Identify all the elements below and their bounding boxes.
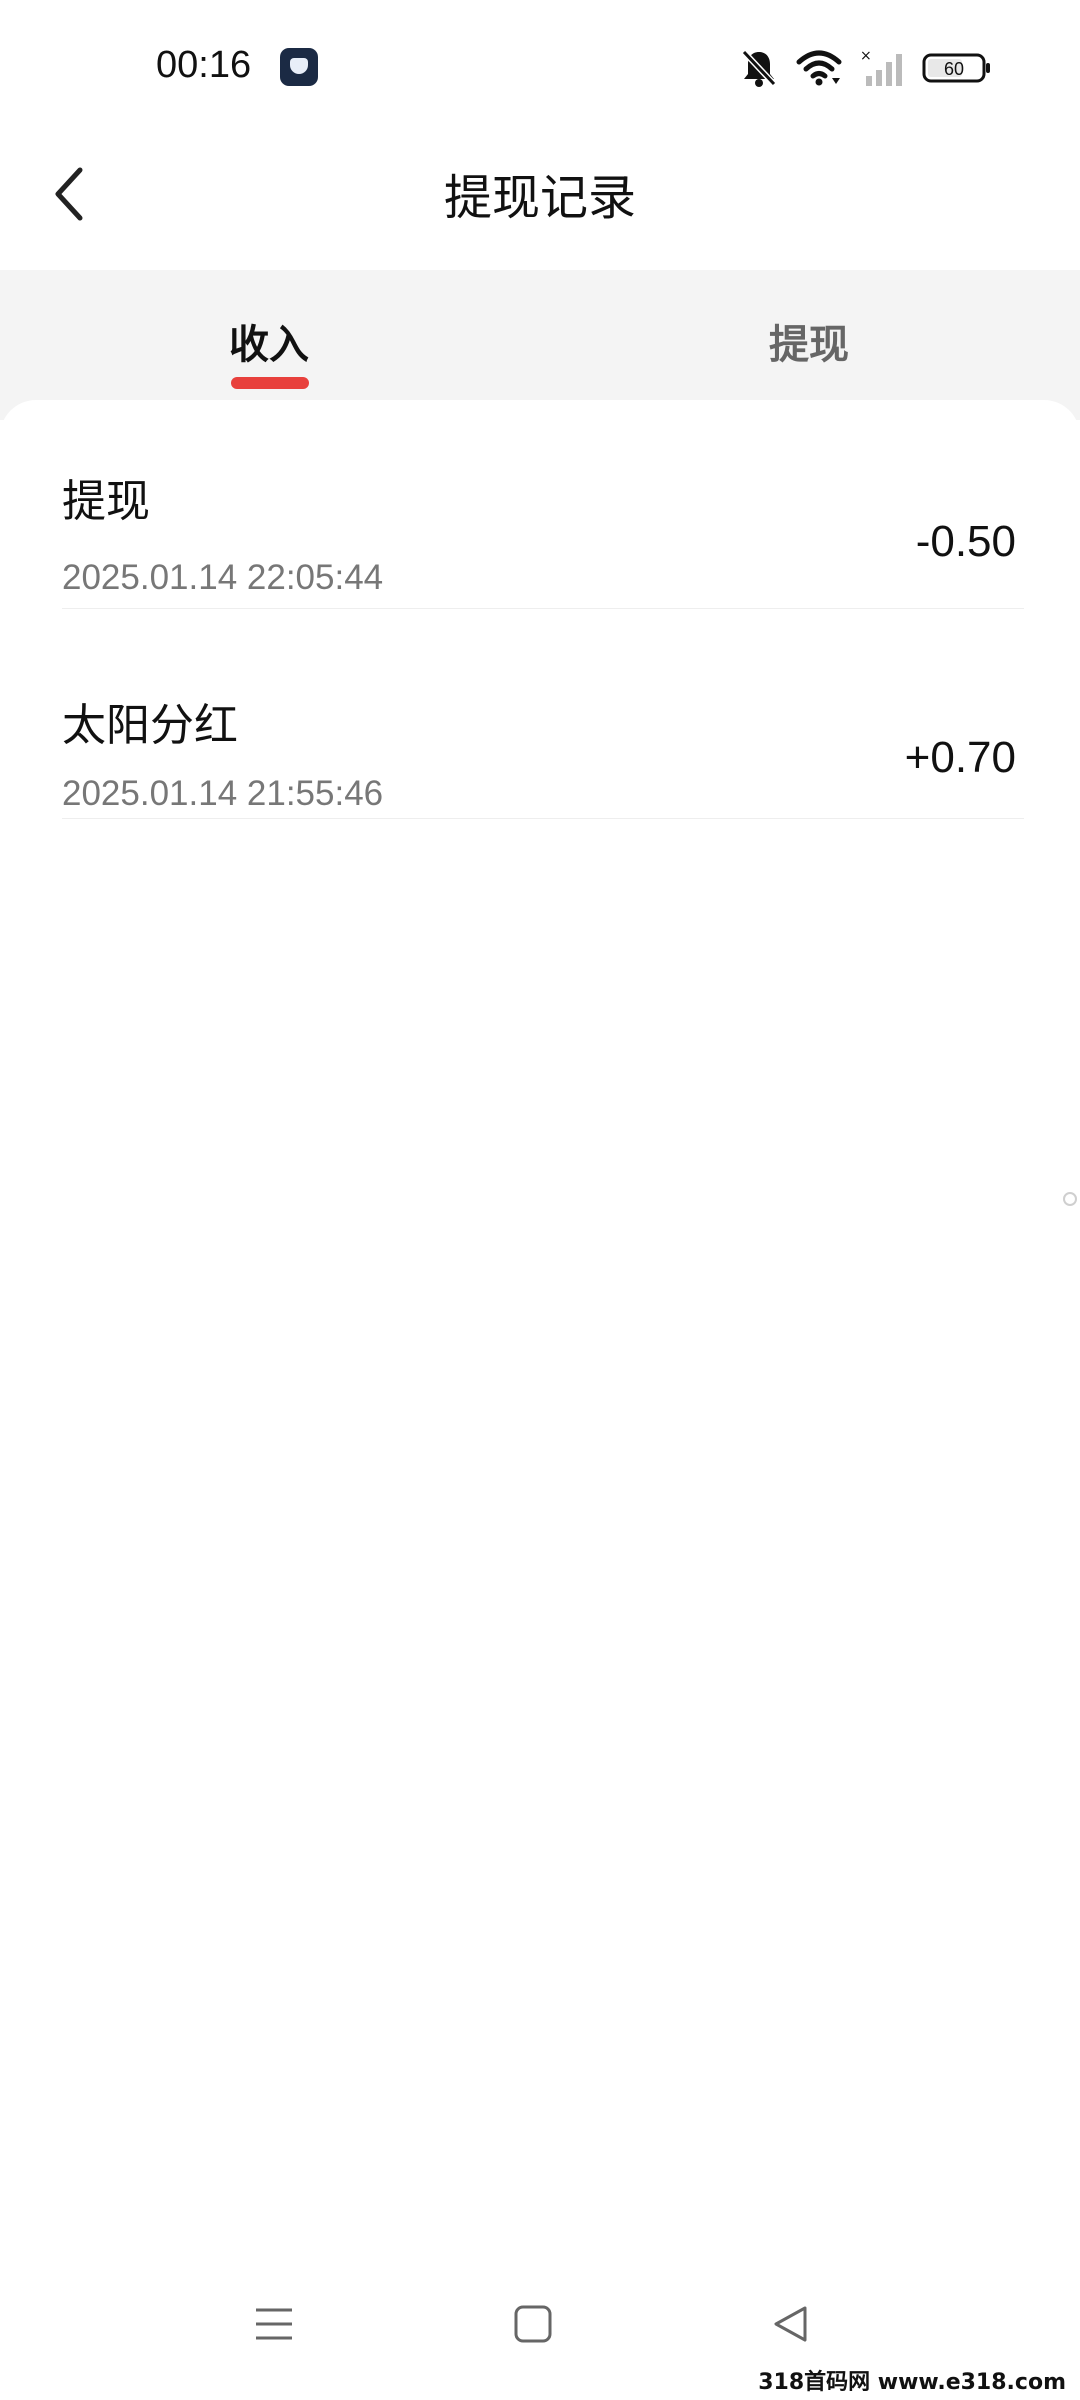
battery-level: 60 bbox=[944, 59, 964, 79]
status-icons: × 60 bbox=[740, 46, 992, 90]
record-amount: -0.50 bbox=[915, 517, 1016, 566]
list-item[interactable]: 太阳分红 2025.01.14 21:55:46 +0.70 bbox=[62, 610, 1024, 819]
home-button[interactable] bbox=[493, 2286, 573, 2366]
signal-icon: × bbox=[860, 48, 904, 88]
wifi-icon bbox=[796, 48, 842, 88]
record-amount: +0.70 bbox=[904, 733, 1016, 782]
menu-icon bbox=[254, 2304, 294, 2348]
recent-apps-button[interactable] bbox=[234, 2286, 314, 2366]
back-triangle-icon bbox=[771, 2304, 811, 2348]
active-tab-indicator bbox=[231, 377, 309, 389]
tab-withdraw[interactable]: 提现 bbox=[659, 312, 959, 370]
svg-text:×: × bbox=[860, 48, 872, 64]
edge-handle[interactable] bbox=[1063, 1192, 1077, 1206]
records-list: 提现 2025.01.14 22:05:44 -0.50 太阳分红 2025.0… bbox=[0, 400, 1080, 2240]
status-time: 00:16 bbox=[156, 44, 252, 86]
list-item[interactable]: 提现 2025.01.14 22:05:44 -0.50 bbox=[62, 400, 1024, 609]
bell-off-icon bbox=[740, 48, 778, 88]
status-bar: 00:16 × 60 bbox=[0, 0, 1080, 130]
home-square-icon bbox=[513, 2304, 553, 2348]
app-badge-icon bbox=[280, 48, 318, 86]
page-title: 提现记录 bbox=[443, 170, 636, 226]
tab-bar: 收入 提现 bbox=[0, 270, 1080, 420]
record-title: 太阳分红 bbox=[62, 700, 238, 751]
record-title: 提现 bbox=[62, 476, 150, 527]
record-time: 2025.01.14 21:55:46 bbox=[62, 774, 384, 813]
back-nav-button[interactable] bbox=[751, 2286, 831, 2366]
record-time: 2025.01.14 22:05:44 bbox=[62, 558, 384, 597]
title-bar: 提现记录 bbox=[0, 130, 1080, 270]
watermark: 318首码网 www.e318.com bbox=[758, 2370, 1066, 2395]
tab-income[interactable]: 收入 bbox=[119, 312, 419, 370]
battery-icon: 60 bbox=[922, 52, 992, 84]
